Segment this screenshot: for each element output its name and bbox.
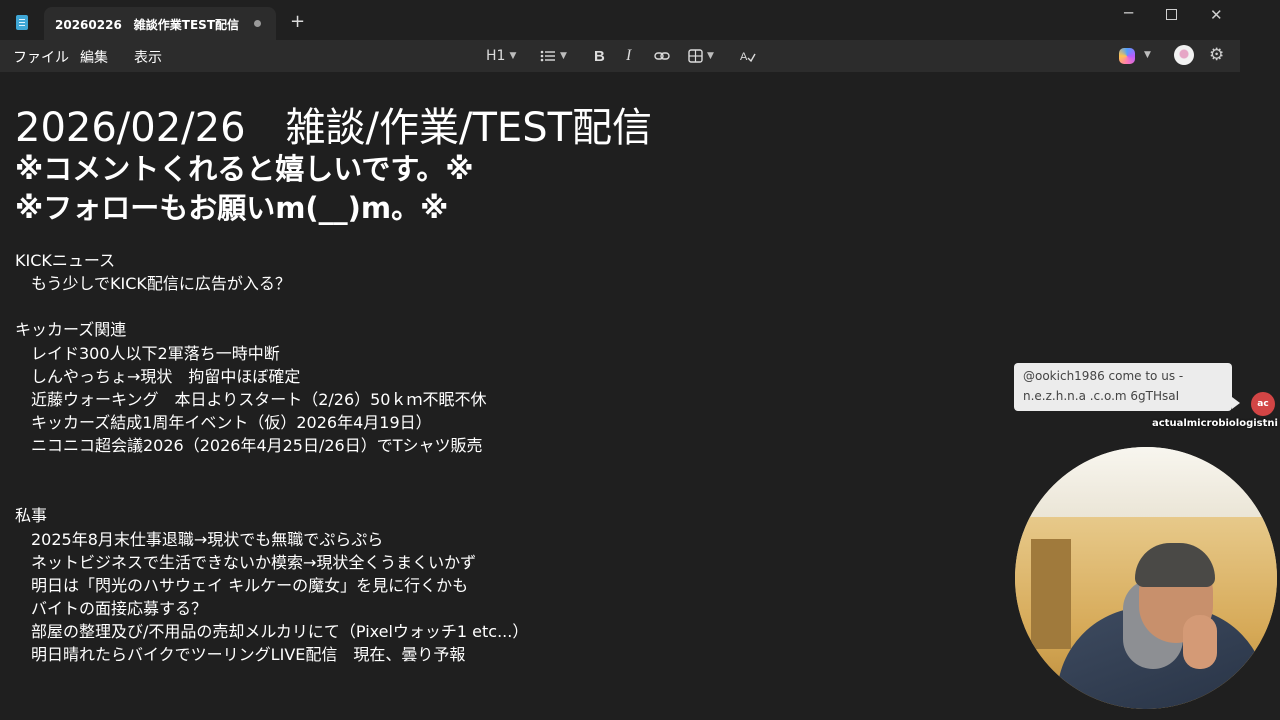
- tab-document[interactable]: 20260226 雑談作業TEST配信: [44, 7, 276, 40]
- minimize-button[interactable]: ─: [1124, 4, 1133, 22]
- list-item: しんやっちょ→現状 拘留中ほぼ確定: [15, 367, 301, 386]
- section-heading-kickers: キッカーズ関連: [15, 320, 127, 339]
- list-item: 部屋の整理及び/不用品の売却メルカリにて（Pixelウォッチ1 etc...）: [15, 622, 529, 641]
- webcam-door: [1031, 539, 1071, 649]
- italic-button[interactable]: I: [626, 46, 631, 66]
- tab-title: 20260226 雑談作業TEST配信: [55, 18, 240, 32]
- chat-message-line: n.e.z.h.n.a .c.o.m 6gTHsaI: [1023, 389, 1180, 403]
- list-item: もう少しでKICK配信に広告が入る？: [15, 274, 291, 293]
- chevron-down-icon[interactable]: ▼: [1144, 50, 1151, 60]
- heading-dropdown[interactable]: H1 ▼: [486, 46, 516, 66]
- list-item: バイトの面接応募する？: [15, 599, 208, 618]
- spellcheck-icon: A: [740, 51, 756, 63]
- table-dropdown[interactable]: ▼: [688, 46, 714, 66]
- list-item: ネットビジネスで生活できないか模索→現状全くうまくいかず: [15, 553, 477, 572]
- link-button[interactable]: [654, 46, 670, 66]
- notepad-icon: [16, 15, 28, 30]
- menu-bar: ファイル 編集 表示 H1 ▼ ▼ B I ▼ A: [0, 40, 1240, 72]
- menu-file[interactable]: ファイル: [13, 47, 69, 67]
- maximize-icon: [1166, 9, 1177, 20]
- list-item: ニコニコ超会議2026（2026年4月25日/26日）でTシャツ販売: [15, 436, 483, 455]
- webcam-overlay: [1015, 447, 1277, 709]
- title-bar: 20260226 雑談作業TEST配信 + ─ ✕: [0, 0, 1240, 40]
- list-dropdown[interactable]: ▼: [540, 46, 567, 66]
- section-heading-personal: 私事: [15, 506, 48, 525]
- copilot-icon[interactable]: [1119, 48, 1135, 64]
- list-item: 2025年8月末仕事退職→現状でも無職でぷらぷら: [15, 530, 384, 549]
- menu-edit[interactable]: 編集: [80, 47, 108, 67]
- webcam-ceiling: [1015, 447, 1277, 527]
- list-item: 明日晴れたらバイクでツーリングLIVE配信 現在、曇り予報: [15, 645, 466, 664]
- bold-button[interactable]: B: [594, 46, 605, 66]
- section-heading-kick: KICKニュース: [15, 251, 116, 270]
- link-icon: [654, 52, 670, 60]
- chat-username: actualmicrobiologistni: [1152, 418, 1278, 429]
- menu-view[interactable]: 表示: [134, 47, 162, 67]
- document-subtitle-2: ※フォローもお願いm(__)m。※: [15, 191, 449, 225]
- webcam-person-hand: [1183, 615, 1217, 669]
- chevron-down-icon: ▼: [707, 51, 714, 61]
- chat-message-line: @ookich1986 come to us -: [1023, 369, 1184, 383]
- spellcheck-button[interactable]: A: [740, 46, 756, 66]
- list-item: キッカーズ結成1周年イベント（仮）2026年4月19日）: [15, 413, 432, 432]
- document-subtitle-1: ※コメントくれると嬉しいです。※: [15, 152, 474, 186]
- list-item: 明日は「閃光のハサウェイ キルケーの魔女」を見に行くかも: [15, 576, 469, 595]
- account-avatar[interactable]: [1174, 45, 1194, 65]
- list-item: 近藤ウォーキング 本日よりスタート（2/26）50ｋｍ不眠不休: [15, 390, 487, 409]
- new-tab-button[interactable]: +: [290, 13, 305, 31]
- chevron-down-icon: ▼: [560, 51, 567, 61]
- unsaved-dot-icon[interactable]: [254, 20, 261, 27]
- document-title: 2026/02/26 雑談/作業/TEST配信: [15, 105, 653, 151]
- chevron-down-icon: ▼: [509, 51, 517, 61]
- gear-icon[interactable]: ⚙: [1209, 45, 1224, 65]
- heading-label: H1: [486, 48, 506, 64]
- list-icon: [540, 50, 555, 62]
- maximize-button[interactable]: [1166, 6, 1177, 24]
- list-item: レイド300人以下2軍落ち一時中断: [15, 344, 280, 363]
- chat-message-bubble: @ookich1986 come to us - n.e.z.h.n.a .c.…: [1014, 363, 1240, 411]
- chat-avatar: ac: [1251, 392, 1275, 416]
- svg-text:A: A: [740, 51, 748, 63]
- close-button[interactable]: ✕: [1210, 6, 1223, 24]
- table-icon: [688, 49, 703, 63]
